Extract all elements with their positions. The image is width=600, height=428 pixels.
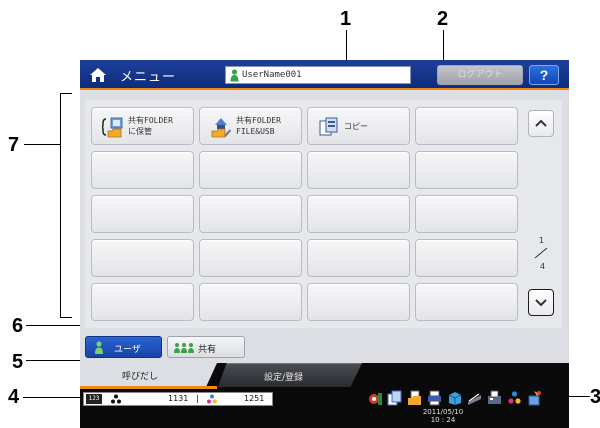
folder-function-icon[interactable]	[407, 390, 422, 406]
tab-call[interactable]: 呼びだし	[80, 363, 217, 387]
callout-7-bracket	[60, 93, 61, 318]
template-empty[interactable]	[415, 195, 518, 233]
callout-7-line	[24, 144, 60, 145]
callout-4: 4	[8, 386, 20, 408]
box-function-icon[interactable]	[447, 390, 462, 406]
template-empty[interactable]	[415, 239, 518, 277]
function-icon-tray	[368, 390, 566, 408]
template-empty[interactable]	[91, 283, 194, 321]
copy-function-icon[interactable]	[387, 390, 402, 406]
copy-icon	[319, 117, 338, 136]
template-empty[interactable]	[415, 107, 518, 145]
printer-function-icon[interactable]	[427, 390, 442, 406]
shared-group-button[interactable]: 共有	[167, 336, 245, 358]
template-folder-usb[interactable]: 共有FOLDER FILE&USB	[199, 107, 302, 145]
user-name-field: UserName001	[225, 66, 411, 84]
scanner-function-icon[interactable]	[467, 390, 482, 406]
template-empty[interactable]	[199, 195, 302, 233]
menu-title: メニュー	[120, 70, 177, 85]
template-folder-usb-line1: 共有FOLDER	[236, 116, 281, 125]
clock-time: 10 : 24	[430, 416, 456, 424]
header-bar: メニュー UserName001 ログアウト ?	[80, 60, 569, 90]
tab-settings-label: 設定/登録	[264, 373, 304, 383]
template-empty[interactable]	[91, 195, 194, 233]
color-count: 1251	[244, 394, 265, 403]
group-people-icon	[174, 343, 194, 353]
callout-2: 2	[437, 8, 449, 30]
template-copy[interactable]: コピー	[307, 107, 410, 145]
folder-save-icon	[102, 117, 123, 138]
active-tab-indicator	[80, 386, 217, 389]
page-current: 1	[539, 236, 545, 245]
template-empty[interactable]	[307, 239, 410, 277]
fax-function-icon[interactable]	[487, 390, 502, 406]
template-empty[interactable]	[91, 151, 194, 189]
tab-settings[interactable]: 設定/登録	[218, 363, 362, 387]
page-total: 4	[540, 262, 546, 271]
template-empty[interactable]	[307, 195, 410, 233]
callout-7-bracket-bottom	[60, 317, 72, 318]
template-folder-save-line1: 共有FOLDER	[128, 116, 173, 125]
template-folder-save-line2: に保管	[128, 127, 152, 136]
template-empty[interactable]	[307, 283, 410, 321]
job-status-icon[interactable]	[527, 390, 542, 406]
counter-separator: |	[196, 394, 199, 403]
template-empty[interactable]	[415, 151, 518, 189]
user-person-icon	[95, 341, 103, 354]
callout-7: 7	[8, 134, 20, 156]
template-empty[interactable]	[415, 283, 518, 321]
template-empty[interactable]	[199, 283, 302, 321]
help-button[interactable]: ?	[529, 65, 559, 85]
logout-button[interactable]: ログアウト	[437, 65, 523, 85]
clock-date: 2011/05/10	[422, 408, 464, 416]
template-empty[interactable]	[199, 151, 302, 189]
user-group-label: ユーザ	[114, 345, 141, 355]
page-slash	[534, 247, 548, 259]
page-indicator: 1 4	[532, 236, 550, 276]
template-folder-usb-line2: FILE&USB	[236, 127, 275, 136]
scroll-up-button[interactable]	[528, 110, 554, 137]
user-function-icon[interactable]	[368, 390, 383, 406]
chevron-down-icon	[535, 299, 547, 307]
mono-count: 1131	[168, 394, 189, 403]
device-screen: メニュー UserName001 ログアウト ? 共有FOLDER に保管 共有…	[80, 60, 569, 428]
template-folder-usb-label: 共有FOLDER FILE&USB	[236, 115, 281, 137]
template-empty[interactable]	[199, 239, 302, 277]
tab-call-label: 呼びだし	[122, 372, 159, 382]
template-panel: 共有FOLDER に保管 共有FOLDER FILE&USB コピー 1 4	[85, 100, 562, 328]
mono-toner-icon	[111, 394, 121, 404]
folder-usb-icon	[211, 118, 231, 138]
scroll-down-button[interactable]	[528, 289, 554, 316]
template-folder-save[interactable]: 共有FOLDER に保管	[91, 107, 194, 145]
template-empty[interactable]	[307, 151, 410, 189]
user-group-button[interactable]: ユーザ	[85, 336, 162, 358]
template-copy-label: コピー	[344, 122, 368, 131]
counter-icon: 123	[86, 394, 102, 404]
home-icon[interactable]	[89, 67, 107, 83]
callout-5: 5	[12, 351, 24, 373]
user-name-text: UserName001	[242, 70, 302, 80]
toner-function-icon[interactable]	[507, 390, 522, 406]
callout-3: 3	[590, 386, 600, 408]
shared-group-label: 共有	[198, 345, 217, 355]
clock: 2011/05/10 10 : 24	[418, 408, 468, 424]
color-toner-icon	[207, 394, 217, 404]
callout-7-bracket-top	[60, 93, 72, 94]
template-empty[interactable]	[91, 239, 194, 277]
callout-1: 1	[340, 8, 352, 30]
user-person-icon	[230, 69, 239, 82]
counter-status-bar: 123 1131 | 1251	[83, 392, 273, 406]
callout-6: 6	[12, 315, 24, 337]
chevron-up-icon	[535, 119, 547, 127]
callout-4-line	[23, 397, 81, 398]
template-folder-save-label: 共有FOLDER に保管	[128, 115, 173, 137]
